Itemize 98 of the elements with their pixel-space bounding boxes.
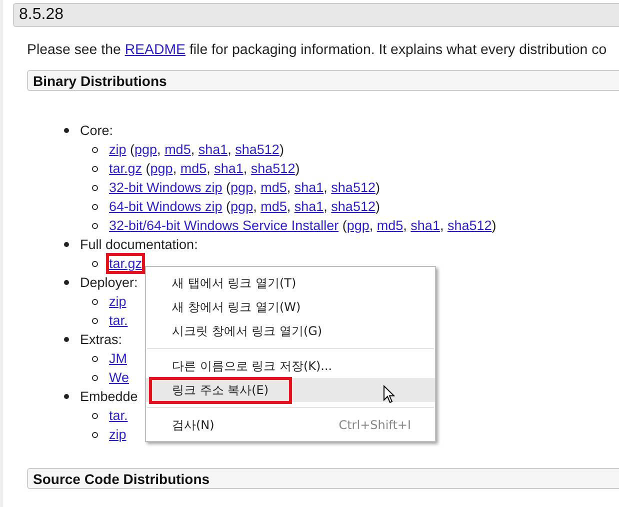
bullet-icon: [92, 146, 98, 152]
checksum-link[interactable]: pgp: [150, 161, 173, 176]
group-label: Deployer:: [80, 275, 138, 290]
punctuation-text: ,: [369, 218, 374, 233]
group-label: Core:: [80, 123, 114, 138]
punctuation-text: ,: [440, 218, 445, 233]
menu-item-label: 다른 이름으로 링크 저장(K)...: [172, 358, 332, 374]
menu-item[interactable]: 검사(N) Ctrl+Shift+I: [146, 413, 435, 437]
bullet-icon: [92, 166, 98, 172]
checksum-link[interactable]: sha1: [198, 142, 228, 157]
download-link[interactable]: JM: [109, 351, 127, 366]
checksum-link[interactable]: sha1: [294, 199, 324, 214]
group-label: Full documentation:: [80, 237, 198, 252]
checksum-link[interactable]: md5: [180, 161, 207, 176]
section-heading: Source Code Distributions: [27, 468, 619, 489]
punctuation-text: (: [225, 199, 231, 214]
download-link[interactable]: zip: [109, 294, 126, 309]
bullet-icon: [92, 222, 98, 228]
download-link[interactable]: tar.: [109, 313, 128, 328]
download-link[interactable]: 64-bit Windows zip: [109, 199, 222, 214]
section-heading: Binary Distributions: [27, 70, 619, 91]
download-link[interactable]: zip: [109, 142, 126, 157]
bullet-icon: [92, 318, 98, 324]
checksum-link[interactable]: pgp: [134, 142, 158, 157]
checksum-link[interactable]: md5: [260, 180, 287, 195]
bullet-icon: [92, 412, 98, 418]
menu-item-label: 새 탭에서 링크 열기(T): [172, 274, 296, 292]
punctuation-text: ,: [243, 161, 248, 176]
menu-item[interactable]: 시크릿 창에서 링크 열기(G): [146, 319, 435, 343]
punctuation-text: ,: [253, 180, 258, 195]
checksum-link[interactable]: sha512: [331, 180, 376, 195]
download-link[interactable]: 32-bit/64-bit Windows Service Installer: [109, 218, 339, 233]
download-link[interactable]: tar.gz: [109, 161, 142, 176]
punctuation-text: ,: [286, 199, 292, 214]
punctuation-text: ,: [190, 142, 196, 157]
menu-item-label: 검사(N): [172, 416, 214, 434]
download-link[interactable]: 32-bit Windows zip: [109, 180, 222, 195]
menu-item[interactable]: 링크 주소 복사(E): [146, 378, 435, 402]
menu-item[interactable]: 다른 이름으로 링크 저장(K)...: [146, 354, 435, 378]
punctuation-text: ,: [253, 199, 258, 214]
punctuation-text: ): [375, 180, 380, 195]
bullet-icon: [64, 280, 69, 285]
bullet-icon: [64, 242, 69, 247]
checksum-link[interactable]: pgp: [346, 218, 370, 233]
checksum-link[interactable]: sha1: [410, 218, 440, 233]
bullet-icon: [92, 260, 98, 266]
group-label: Extras:: [80, 332, 122, 347]
punctuation-text: (: [341, 218, 347, 233]
checksum-link[interactable]: md5: [164, 142, 191, 157]
checksum-link[interactable]: sha1: [294, 180, 324, 195]
punctuation-text: ): [492, 218, 496, 233]
menu-item-label: 새 창에서 링크 열기(W): [172, 298, 301, 316]
readme-link[interactable]: README: [124, 42, 186, 58]
bullet-icon: [64, 337, 69, 342]
checksum-link[interactable]: sha512: [235, 142, 280, 157]
checksum-link[interactable]: pgp: [230, 199, 254, 214]
checksum-link[interactable]: md5: [260, 199, 287, 214]
bullet-icon: [92, 298, 98, 304]
intro-paragraph: Please see the README file for packaging information. It explains what every distribution co: [27, 42, 608, 58]
bullet-icon: [92, 184, 98, 190]
bullet-icon: [92, 204, 98, 210]
punctuation-text: ): [295, 161, 300, 176]
menu-item[interactable]: 새 탭에서 링크 열기(T): [146, 271, 435, 295]
punctuation-text: ): [279, 142, 284, 157]
download-link[interactable]: We: [109, 370, 130, 385]
punctuation-text: ): [375, 199, 380, 214]
download-link[interactable]: tar.gz: [109, 256, 142, 271]
checksum-link[interactable]: sha512: [447, 218, 492, 233]
checksum-link[interactable]: sha512: [250, 161, 296, 176]
punctuation-text: (: [144, 161, 150, 176]
group-label: Embedde: [80, 389, 138, 404]
bullet-icon: [92, 374, 98, 380]
punctuation-text: ,: [206, 161, 212, 176]
punctuation-text: ,: [228, 142, 232, 157]
shortcut-text: Ctrl+Shift+I: [338, 418, 411, 432]
bullet-icon: [64, 394, 69, 399]
menu-item[interactable]: 새 창에서 링크 열기(W): [146, 295, 435, 319]
checksum-link[interactable]: sha1: [214, 161, 244, 176]
checksum-link[interactable]: md5: [376, 218, 404, 233]
punctuation-text: (: [225, 180, 231, 195]
cursor-icon: [383, 385, 395, 404]
punctuation-text: (: [129, 142, 135, 157]
highlight-box: 링크 주소 복사(E): [152, 380, 289, 400]
checksum-link[interactable]: pgp: [230, 180, 254, 195]
bullet-icon: [92, 432, 98, 438]
punctuation-text: ,: [286, 180, 292, 195]
punctuation-text: ,: [324, 199, 328, 214]
punctuation-text: ,: [403, 218, 408, 233]
checksum-link[interactable]: sha512: [331, 199, 376, 214]
download-link[interactable]: zip: [109, 427, 126, 442]
punctuation-text: ,: [157, 142, 162, 157]
bullet-icon: [64, 128, 69, 133]
version-heading: 8.5.28: [13, 3, 619, 27]
bullet-icon: [92, 356, 98, 362]
punctuation-text: ,: [324, 180, 328, 195]
download-link[interactable]: tar.: [109, 408, 128, 423]
punctuation-text: ,: [172, 161, 178, 176]
menu-item-label: 시크릿 창에서 링크 열기(G): [172, 322, 322, 340]
